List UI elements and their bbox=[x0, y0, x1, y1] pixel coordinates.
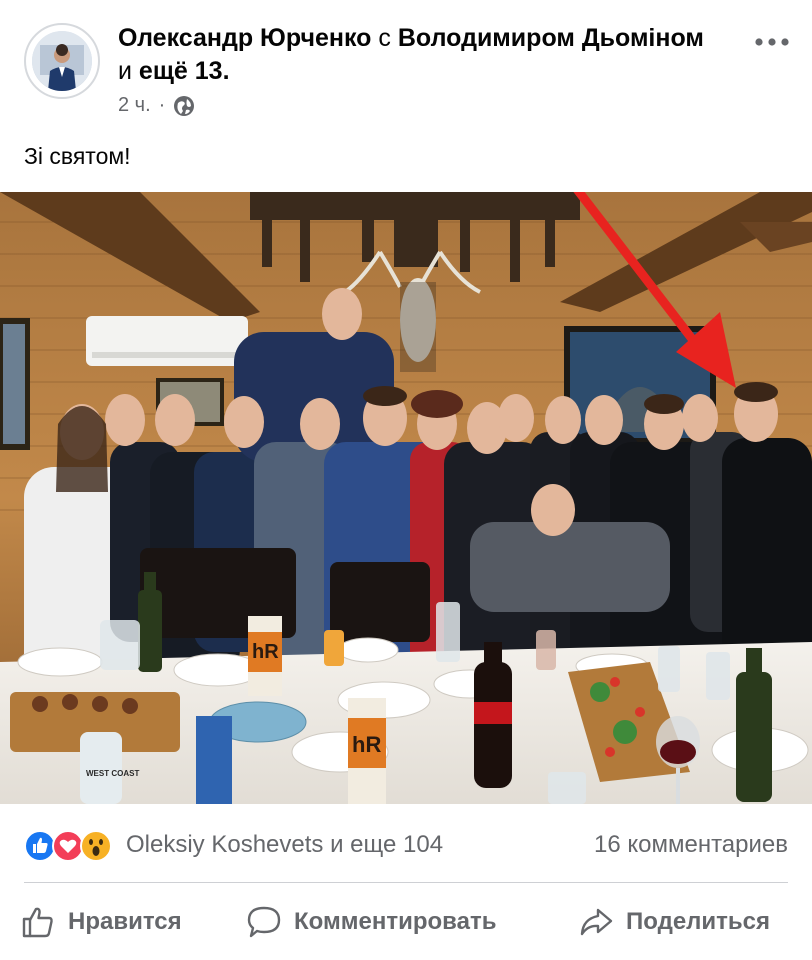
avatar-image bbox=[32, 31, 92, 91]
avatar-person-icon bbox=[32, 31, 92, 91]
with-word: с bbox=[378, 24, 391, 52]
and-word: и bbox=[118, 57, 132, 85]
love-icon bbox=[52, 830, 84, 862]
comment-bubble-icon bbox=[247, 906, 281, 938]
group-photo-image: hR hR WEST COAST bbox=[0, 192, 812, 804]
post-time[interactable]: 2 ч. bbox=[118, 94, 151, 117]
comment-label: Комментировать bbox=[294, 908, 497, 935]
carton-label-1: hR bbox=[252, 641, 279, 663]
tagged-user[interactable]: Володимиром Дьоміном bbox=[398, 24, 704, 52]
reaction-icons[interactable] bbox=[24, 830, 124, 862]
reaction-icons-group bbox=[24, 830, 112, 862]
comment-button[interactable]: Комментировать bbox=[246, 895, 496, 949]
post-photo[interactable]: hR hR WEST COAST bbox=[0, 192, 812, 804]
post-text: Зі святом! bbox=[24, 143, 131, 169]
share-button[interactable]: Поделиться bbox=[578, 895, 770, 949]
actions-divider bbox=[24, 882, 788, 883]
like-label: Нравится bbox=[68, 908, 182, 935]
post-meta: 2 ч. · bbox=[118, 94, 195, 117]
wow-icon bbox=[80, 830, 112, 862]
like-icon bbox=[24, 830, 56, 862]
tagged-others-link[interactable]: ещё 13. bbox=[139, 57, 230, 85]
post-header: Олександр Юрченко с Володимиром Дьоміном… bbox=[0, 0, 812, 130]
comments-count[interactable]: 16 комментариев bbox=[594, 831, 788, 859]
reactions-summary[interactable]: Oleksiy Koshevets и еще 104 bbox=[126, 831, 443, 859]
share-label: Поделиться bbox=[626, 908, 771, 935]
thumbs-up-icon bbox=[22, 907, 53, 938]
bottle-label-3: WEST COAST bbox=[86, 769, 139, 778]
author-avatar[interactable] bbox=[24, 23, 100, 99]
reactions-bar: Oleksiy Koshevets и еще 104 16 комментар… bbox=[0, 822, 812, 868]
author-name[interactable]: Олександр Юрченко bbox=[118, 24, 371, 52]
carton-label-2: hR bbox=[352, 732, 381, 757]
like-button[interactable]: Нравится bbox=[20, 895, 182, 949]
meta-separator: · bbox=[158, 94, 166, 116]
more-dots-icon bbox=[755, 38, 789, 46]
more-options-button[interactable] bbox=[752, 30, 792, 54]
share-arrow-icon bbox=[580, 908, 613, 936]
post-author-line: Олександр Юрченко с Володимиром Дьоміном… bbox=[118, 22, 718, 88]
globe-icon[interactable] bbox=[173, 95, 195, 117]
